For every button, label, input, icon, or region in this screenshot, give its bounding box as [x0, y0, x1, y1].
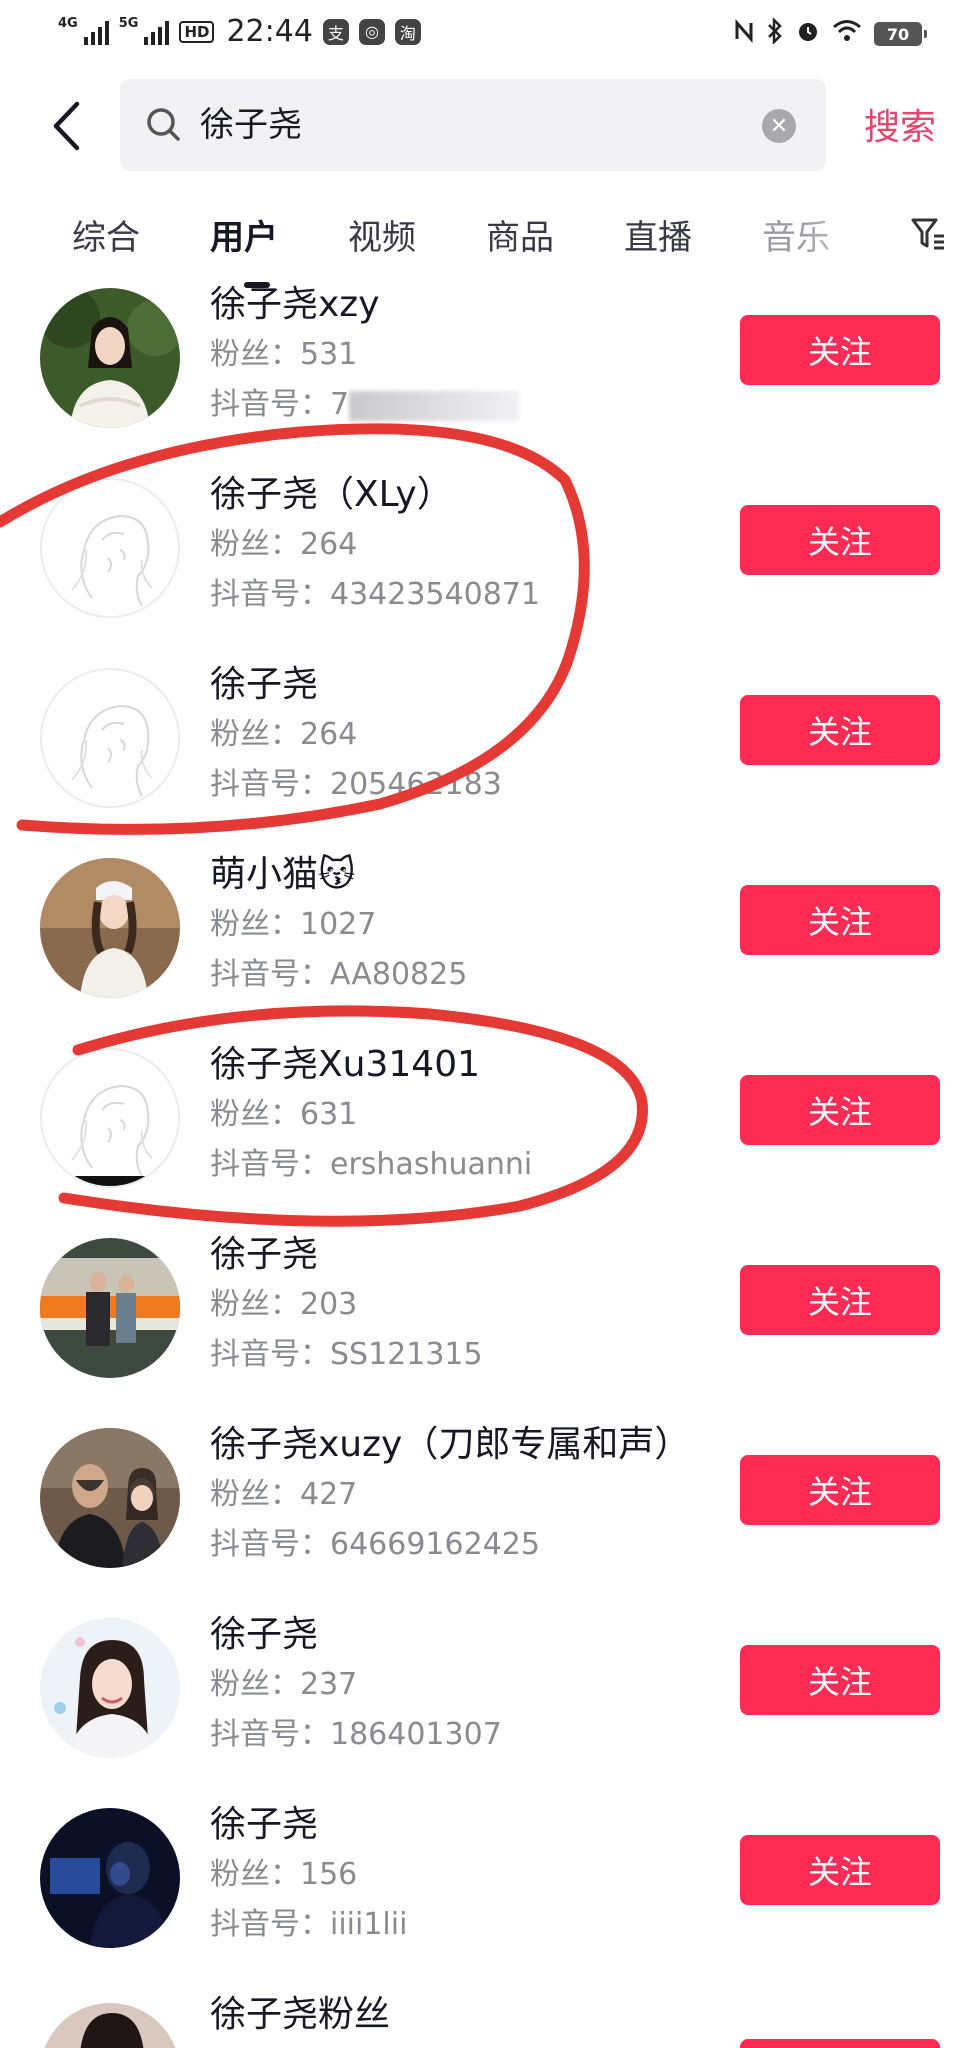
- avatar[interactable]: [40, 288, 180, 428]
- user-row[interactable]: 徐子尧Xu31401 粉丝：631 抖音号：ershashuanni 关注: [0, 1033, 980, 1223]
- user-id: 抖音号：186401307: [210, 1717, 502, 1752]
- avatar[interactable]: [40, 2003, 180, 2048]
- follow-button[interactable]: 关注: [740, 1645, 940, 1715]
- follow-button[interactable]: 关注: [740, 505, 940, 575]
- follow-button[interactable]: 关注: [740, 1075, 940, 1145]
- follow-button[interactable]: 关注: [740, 1265, 940, 1335]
- user-row[interactable]: 徐子尧 粉丝：264 抖音号：205462183 关注: [0, 653, 980, 843]
- user-name: 徐子尧: [210, 1614, 319, 1655]
- avatar[interactable]: [40, 858, 180, 998]
- user-fans: 粉丝：1027: [210, 907, 377, 942]
- user-name: 徐子尧: [210, 664, 319, 705]
- follow-button[interactable]: 关注: [740, 2039, 940, 2048]
- user-id: 抖音号：205462183: [210, 767, 502, 802]
- user-name: 徐子尧: [210, 1234, 319, 1275]
- user-row[interactable]: 徐子尧（XLy） 粉丝：264 抖音号：43423540871 关注: [0, 463, 980, 653]
- follow-button[interactable]: 关注: [740, 315, 940, 385]
- avatar[interactable]: [40, 1808, 180, 1948]
- user-id: 抖音号：AA80825: [210, 957, 468, 992]
- user-fans: 粉丝：427: [210, 1477, 358, 1512]
- user-fans: 粉丝：156: [210, 1857, 358, 1892]
- user-row[interactable]: 徐子尧xzy 粉丝：531 抖音号：7 关注: [0, 273, 980, 463]
- user-id: 抖音号：ershashuanni: [210, 1147, 533, 1182]
- follow-button[interactable]: 关注: [740, 885, 940, 955]
- default-avatar-icon[interactable]: [40, 478, 180, 618]
- follow-button[interactable]: 关注: [740, 1835, 940, 1905]
- user-fans: 粉丝：531: [210, 337, 358, 372]
- user-row[interactable]: 徐子尧 粉丝：237 抖音号：186401307 关注: [0, 1603, 980, 1793]
- user-id: 抖音号：43423540871: [210, 577, 540, 612]
- user-id: 抖音号：iiii1lii: [210, 1907, 408, 1942]
- user-row[interactable]: 徐子尧xuzy（刀郎专属和声） 粉丝：427 抖音号：64669162425 关…: [0, 1413, 980, 1603]
- user-row[interactable]: 徐子尧粉丝 关注: [0, 1983, 980, 2048]
- user-fans: 粉丝：237: [210, 1667, 358, 1702]
- user-name: 徐子尧Xu31401: [210, 1044, 481, 1085]
- user-name: 徐子尧xuzy（刀郎专属和声）: [210, 1424, 691, 1465]
- avatar[interactable]: [40, 1238, 180, 1378]
- redacted-id: [349, 390, 520, 421]
- follow-button[interactable]: 关注: [740, 1455, 940, 1525]
- user-name: 徐子尧（XLy）: [210, 474, 453, 515]
- user-name: 萌小猫😽: [210, 854, 356, 895]
- user-fans: 粉丝：631: [210, 1097, 358, 1132]
- user-name: 徐子尧xzy: [210, 284, 380, 325]
- user-id: 抖音号：64669162425: [210, 1527, 540, 1562]
- user-name: 徐子尧粉丝: [210, 1994, 391, 2035]
- user-row[interactable]: 徐子尧 粉丝：203 抖音号：SS121315 关注: [0, 1223, 980, 1413]
- user-id: 抖音号：SS121315: [210, 1337, 483, 1372]
- user-row[interactable]: 徐子尧 粉丝：156 抖音号：iiii1lii 关注: [0, 1793, 980, 1983]
- user-fans: 粉丝：264: [210, 527, 358, 562]
- user-fans: 粉丝：264: [210, 717, 358, 752]
- avatar[interactable]: [40, 1618, 180, 1758]
- follow-button[interactable]: 关注: [740, 695, 940, 765]
- user-fans: 粉丝：203: [210, 1287, 358, 1322]
- user-id: 抖音号：7: [210, 385, 520, 425]
- default-avatar-icon[interactable]: [40, 668, 180, 808]
- user-name: 徐子尧: [210, 1804, 319, 1845]
- default-avatar-icon[interactable]: [40, 1048, 180, 1188]
- user-list: 徐子尧xzy 粉丝：531 抖音号：7 关注 徐子尧（XLy） 粉丝：264 抖…: [0, 0, 980, 2048]
- user-row[interactable]: 萌小猫😽 粉丝：1027 抖音号：AA80825 关注: [0, 843, 980, 1033]
- avatar[interactable]: [40, 1428, 180, 1568]
